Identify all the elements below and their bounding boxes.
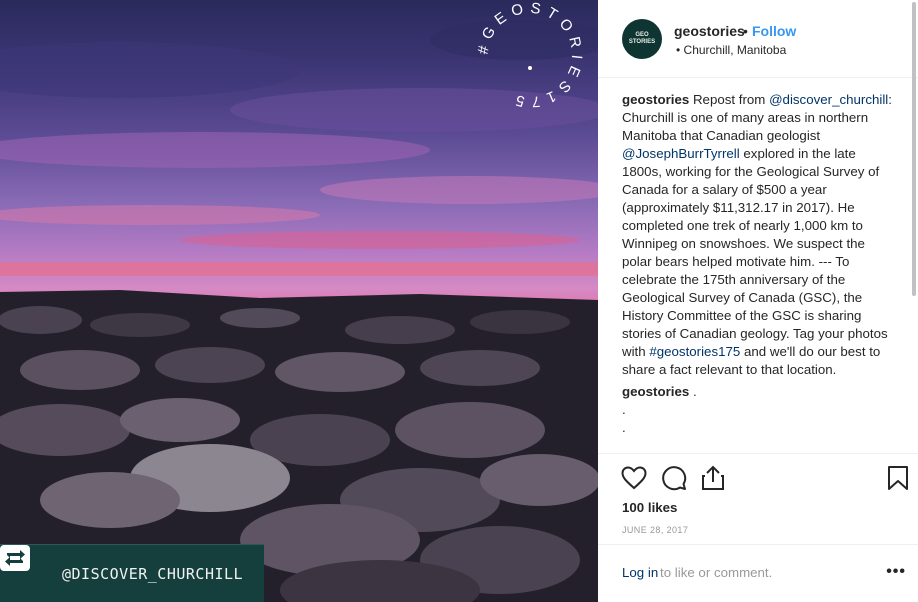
comment-item: geostories . [622, 383, 894, 401]
caption-text: geostories Repost from @discover_churchi… [622, 91, 894, 379]
hashtag-geostories175[interactable]: #geostories175 [649, 344, 740, 359]
post-photo[interactable]: #GEOSTORIES175 @DISCOVER_CHURCHILL [0, 0, 598, 602]
comment-button[interactable] [660, 464, 688, 492]
share-icon [702, 465, 724, 490]
likes-count[interactable]: 100 likes [622, 500, 677, 515]
comments-area[interactable]: geostories Repost from @discover_churchi… [622, 91, 894, 453]
comment-line: . [622, 420, 626, 435]
avatar-text-line-2: STORIES [628, 39, 656, 45]
comment-username[interactable]: geostories [622, 384, 689, 399]
repost-icon [0, 545, 46, 588]
post-header: GEO STORIES geostories • Follow • Church… [598, 0, 918, 78]
login-link[interactable]: Log in [622, 565, 658, 580]
share-button[interactable] [699, 464, 727, 492]
caption-text-3: explored in the late 1800s, working for … [622, 146, 888, 359]
more-options-icon[interactable]: ••• [886, 563, 906, 581]
caption-text-1: Repost from [689, 92, 770, 107]
mention-joseph-burr-tyrrell[interactable]: @JosephBurrTyrrell [622, 146, 740, 161]
mention-discover-churchill[interactable]: @discover_churchill [769, 92, 888, 107]
comment-text: . [689, 384, 697, 399]
post-date[interactable]: JUNE 28, 2017 [622, 525, 688, 535]
horizon-glow [0, 262, 598, 276]
comment-line: . [622, 402, 626, 417]
heart-icon [621, 466, 647, 490]
bookmark-icon [888, 466, 908, 490]
comment-icon [662, 466, 687, 491]
repost-stamp-label: @DISCOVER_CHURCHILL [62, 564, 244, 583]
avatar[interactable]: GEO STORIES [622, 19, 662, 59]
header-separator: • [743, 23, 748, 39]
location-link[interactable]: • Churchill, Manitoba [676, 43, 786, 57]
landscape-graphic: #GEOSTORIES175 [0, 0, 598, 602]
caption-username[interactable]: geostories [622, 92, 689, 107]
post-details-panel: GEO STORIES geostories • Follow • Church… [598, 0, 918, 602]
login-prompt-text: to like or comment. [660, 565, 773, 580]
comment-footer: Log in to like or comment. ••• [598, 544, 918, 602]
repost-stamp: @DISCOVER_CHURCHILL [0, 544, 264, 602]
avatar-text-line-1: GEO [635, 32, 649, 38]
clouds [0, 20, 598, 249]
action-bar [598, 453, 918, 501]
username-link[interactable]: geostories [674, 23, 745, 39]
follow-button[interactable]: Follow [752, 23, 796, 39]
scrollbar[interactable] [912, 2, 916, 296]
like-button[interactable] [620, 464, 648, 492]
save-button[interactable] [884, 464, 912, 492]
